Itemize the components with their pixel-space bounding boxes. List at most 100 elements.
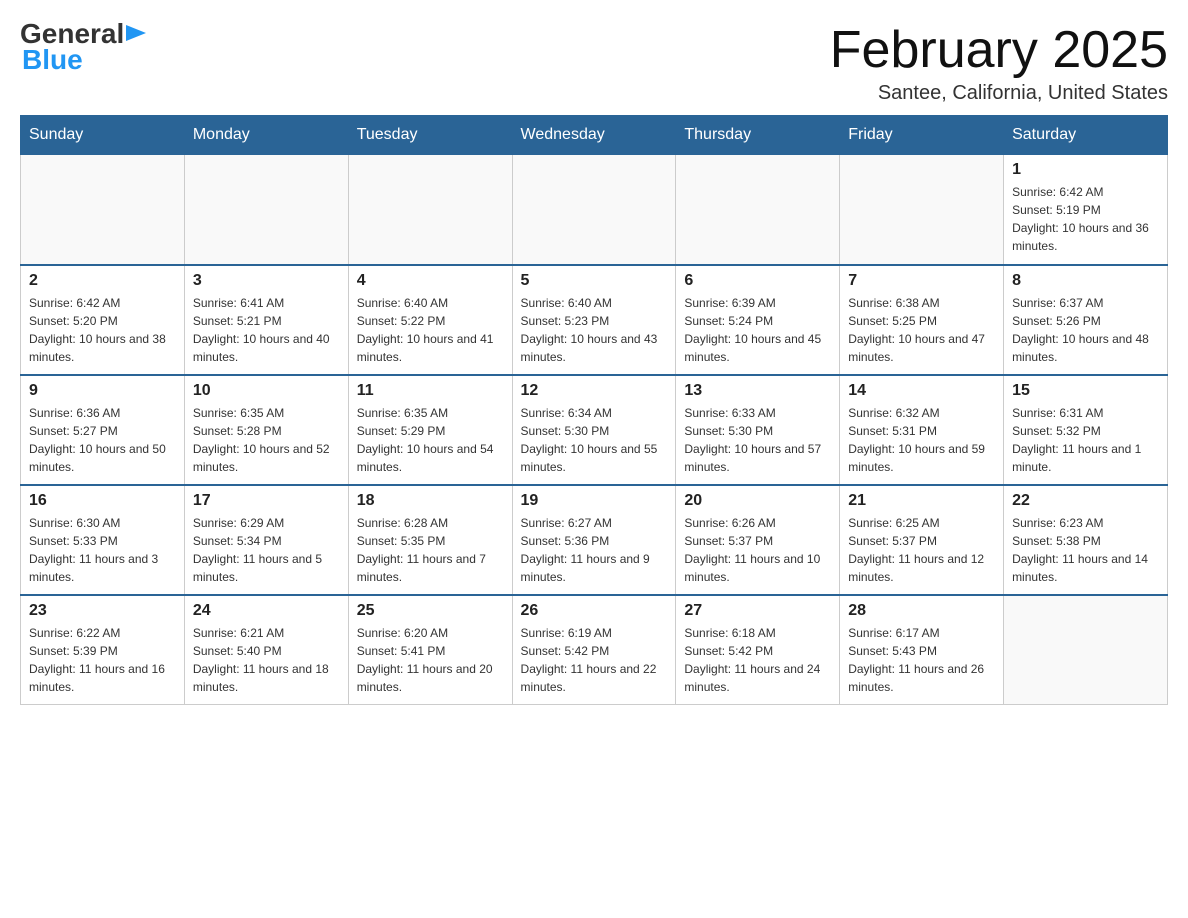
calendar-cell: 15 Sunrise: 6:31 AM Sunset: 5:32 PM Dayli… — [1004, 375, 1168, 485]
calendar-cell: 11 Sunrise: 6:35 AM Sunset: 5:29 PM Dayli… — [348, 375, 512, 485]
day-number: 9 — [29, 382, 176, 400]
day-info: Sunrise: 6:35 AM Sunset: 5:28 PM Dayligh… — [193, 404, 340, 476]
day-number: 7 — [848, 272, 995, 290]
calendar-header-tuesday: Tuesday — [348, 116, 512, 155]
calendar-cell — [676, 155, 840, 265]
calendar-cell: 14Sunrise: 6:32 AM Sunset: 5:31 PM Dayli… — [840, 375, 1004, 485]
day-info: Sunrise: 6:22 AM Sunset: 5:39 PM Dayligh… — [29, 624, 176, 696]
day-number: 16 — [29, 492, 176, 510]
day-info: Sunrise: 6:19 AM Sunset: 5:42 PM Dayligh… — [521, 624, 668, 696]
day-info: Sunrise: 6:33 AM Sunset: 5:30 PM Dayligh… — [684, 404, 831, 476]
day-number: 27 — [684, 602, 831, 620]
calendar-header-sunday: Sunday — [21, 116, 185, 155]
logo-text-blue: Blue — [20, 44, 83, 76]
day-number: 22 — [1012, 492, 1159, 510]
calendar-week-row: 1Sunrise: 6:42 AM Sunset: 5:19 PM Daylig… — [21, 155, 1168, 265]
calendar-week-row: 16 Sunrise: 6:30 AM Sunset: 5:33 PM Dayli… — [21, 485, 1168, 595]
calendar-table: SundayMondayTuesdayWednesdayThursdayFrid… — [20, 115, 1168, 705]
calendar-cell: 20Sunrise: 6:26 AM Sunset: 5:37 PM Dayli… — [676, 485, 840, 595]
day-info: Sunrise: 6:34 AM Sunset: 5:30 PM Dayligh… — [521, 404, 668, 476]
day-info: Sunrise: 6:30 AM Sunset: 5:33 PM Dayligh… — [29, 514, 176, 586]
day-info: Sunrise: 6:27 AM Sunset: 5:36 PM Dayligh… — [521, 514, 668, 586]
calendar-header-saturday: Saturday — [1004, 116, 1168, 155]
day-info: Sunrise: 6:28 AM Sunset: 5:35 PM Dayligh… — [357, 514, 504, 586]
logo: General Blue — [20, 20, 146, 76]
day-info: Sunrise: 6:29 AM Sunset: 5:34 PM Dayligh… — [193, 514, 340, 586]
day-info: Sunrise: 6:42 AM Sunset: 5:20 PM Dayligh… — [29, 294, 176, 366]
day-number: 3 — [193, 272, 340, 290]
calendar-cell — [21, 155, 185, 265]
calendar-cell: 23 Sunrise: 6:22 AM Sunset: 5:39 PM Dayli… — [21, 595, 185, 705]
calendar-cell: 10 Sunrise: 6:35 AM Sunset: 5:28 PM Dayli… — [184, 375, 348, 485]
day-number: 6 — [684, 272, 831, 290]
day-number: 25 — [357, 602, 504, 620]
day-number: 24 — [193, 602, 340, 620]
calendar-cell — [348, 155, 512, 265]
day-number: 17 — [193, 492, 340, 510]
calendar-cell: 6 Sunrise: 6:39 AM Sunset: 5:24 PM Daylig… — [676, 265, 840, 375]
day-info: Sunrise: 6:37 AM Sunset: 5:26 PM Dayligh… — [1012, 294, 1159, 366]
day-number: 4 — [357, 272, 504, 290]
calendar-cell: 24 Sunrise: 6:21 AM Sunset: 5:40 PM Dayli… — [184, 595, 348, 705]
day-info: Sunrise: 6:21 AM Sunset: 5:40 PM Dayligh… — [193, 624, 340, 696]
title-block: February 2025 Santee, California, United… — [830, 20, 1168, 105]
calendar-cell: 4 Sunrise: 6:40 AM Sunset: 5:22 PM Daylig… — [348, 265, 512, 375]
day-info: Sunrise: 6:36 AM Sunset: 5:27 PM Dayligh… — [29, 404, 176, 476]
day-number: 19 — [521, 492, 668, 510]
day-info: Sunrise: 6:38 AM Sunset: 5:25 PM Dayligh… — [848, 294, 995, 366]
calendar-cell: 26 Sunrise: 6:19 AM Sunset: 5:42 PM Dayli… — [512, 595, 676, 705]
calendar-cell: 13Sunrise: 6:33 AM Sunset: 5:30 PM Dayli… — [676, 375, 840, 485]
day-info: Sunrise: 6:20 AM Sunset: 5:41 PM Dayligh… — [357, 624, 504, 696]
calendar-cell — [184, 155, 348, 265]
day-number: 18 — [357, 492, 504, 510]
day-info: Sunrise: 6:18 AM Sunset: 5:42 PM Dayligh… — [684, 624, 831, 696]
calendar-cell: 8 Sunrise: 6:37 AM Sunset: 5:26 PM Daylig… — [1004, 265, 1168, 375]
calendar-week-row: 9 Sunrise: 6:36 AM Sunset: 5:27 PM Daylig… — [21, 375, 1168, 485]
day-number: 15 — [1012, 382, 1159, 400]
day-number: 11 — [357, 382, 504, 400]
calendar-cell: 27 Sunrise: 6:18 AM Sunset: 5:42 PM Dayli… — [676, 595, 840, 705]
calendar-header-friday: Friday — [840, 116, 1004, 155]
month-title: February 2025 — [830, 20, 1168, 80]
day-number: 26 — [521, 602, 668, 620]
day-number: 10 — [193, 382, 340, 400]
calendar-cell: 7 Sunrise: 6:38 AM Sunset: 5:25 PM Daylig… — [840, 265, 1004, 375]
day-number: 20 — [684, 492, 831, 510]
day-info: Sunrise: 6:35 AM Sunset: 5:29 PM Dayligh… — [357, 404, 504, 476]
day-info: Sunrise: 6:39 AM Sunset: 5:24 PM Dayligh… — [684, 294, 831, 366]
calendar-header-thursday: Thursday — [676, 116, 840, 155]
calendar-cell — [840, 155, 1004, 265]
calendar-cell: 9 Sunrise: 6:36 AM Sunset: 5:27 PM Daylig… — [21, 375, 185, 485]
calendar-cell: 5Sunrise: 6:40 AM Sunset: 5:23 PM Daylig… — [512, 265, 676, 375]
day-info: Sunrise: 6:31 AM Sunset: 5:32 PM Dayligh… — [1012, 404, 1159, 476]
logo-arrow-icon — [126, 25, 146, 45]
day-number: 21 — [848, 492, 995, 510]
day-number: 12 — [521, 382, 668, 400]
day-number: 2 — [29, 272, 176, 290]
day-info: Sunrise: 6:23 AM Sunset: 5:38 PM Dayligh… — [1012, 514, 1159, 586]
calendar-cell: 3 Sunrise: 6:41 AM Sunset: 5:21 PM Daylig… — [184, 265, 348, 375]
calendar-cell: 22 Sunrise: 6:23 AM Sunset: 5:38 PM Dayli… — [1004, 485, 1168, 595]
calendar-header-wednesday: Wednesday — [512, 116, 676, 155]
calendar-header-monday: Monday — [184, 116, 348, 155]
day-number: 8 — [1012, 272, 1159, 290]
calendar-cell: 2 Sunrise: 6:42 AM Sunset: 5:20 PM Daylig… — [21, 265, 185, 375]
calendar-cell: 21 Sunrise: 6:25 AM Sunset: 5:37 PM Dayli… — [840, 485, 1004, 595]
day-info: Sunrise: 6:17 AM Sunset: 5:43 PM Dayligh… — [848, 624, 995, 696]
day-info: Sunrise: 6:25 AM Sunset: 5:37 PM Dayligh… — [848, 514, 995, 586]
calendar-cell: 25 Sunrise: 6:20 AM Sunset: 5:41 PM Dayli… — [348, 595, 512, 705]
calendar-cell — [512, 155, 676, 265]
calendar-cell: 18 Sunrise: 6:28 AM Sunset: 5:35 PM Dayli… — [348, 485, 512, 595]
calendar-week-row: 2 Sunrise: 6:42 AM Sunset: 5:20 PM Daylig… — [21, 265, 1168, 375]
calendar-cell — [1004, 595, 1168, 705]
day-info: Sunrise: 6:40 AM Sunset: 5:22 PM Dayligh… — [357, 294, 504, 366]
day-info: Sunrise: 6:32 AM Sunset: 5:31 PM Dayligh… — [848, 404, 995, 476]
day-info: Sunrise: 6:41 AM Sunset: 5:21 PM Dayligh… — [193, 294, 340, 366]
day-number: 28 — [848, 602, 995, 620]
calendar-cell: 1Sunrise: 6:42 AM Sunset: 5:19 PM Daylig… — [1004, 155, 1168, 265]
calendar-cell: 28 Sunrise: 6:17 AM Sunset: 5:43 PM Dayli… — [840, 595, 1004, 705]
location: Santee, California, United States — [830, 82, 1168, 105]
day-number: 23 — [29, 602, 176, 620]
page-header: General Blue February 2025 Santee, Calif… — [20, 20, 1168, 105]
day-info: Sunrise: 6:42 AM Sunset: 5:19 PM Dayligh… — [1012, 183, 1159, 255]
